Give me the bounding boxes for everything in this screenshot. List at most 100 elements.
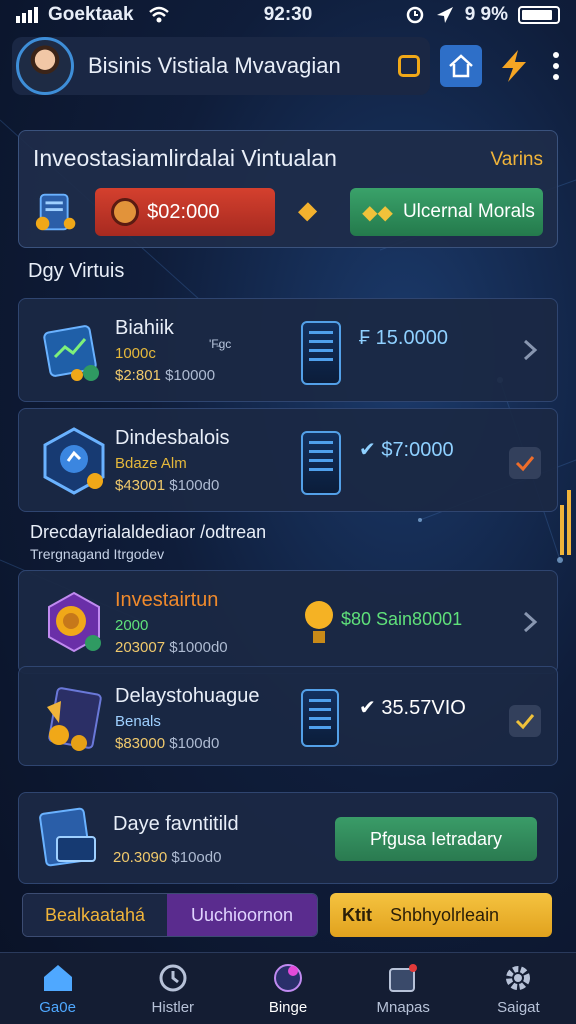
- clock: 92:30: [263, 4, 313, 25]
- item-amount: $80 Sain80001: [341, 609, 463, 629]
- segment-left-button[interactable]: Bealkaatahá: [23, 894, 167, 936]
- item-subtitle: Bdaze Alm: [115, 455, 187, 472]
- daily-muted: $10od0: [171, 849, 222, 866]
- coin-icon[interactable]: [398, 55, 420, 77]
- item-meta-muted: $100d0: [169, 477, 220, 494]
- item-meta: $2:801 $10000: [115, 367, 215, 384]
- diamond-icon: [297, 202, 318, 222]
- item-title: Biahiik: [115, 317, 174, 339]
- item-amount: ✔ $7:0000: [359, 439, 454, 461]
- gold-action-button[interactable]: Ktit Shbhyolrleain: [330, 893, 552, 937]
- item-meta: $83000 $100d0: [115, 735, 219, 752]
- investment-link[interactable]: Varins: [491, 149, 543, 171]
- daily-title: Daye favntitild: [113, 813, 239, 835]
- daily-action-button[interactable]: Pfgusa Ietradary: [335, 817, 537, 861]
- item-title: Investairtun: [115, 589, 219, 611]
- diamond-icon: ◆◆: [362, 201, 393, 224]
- status-bar: Goektaak 92:30 9 9%: [0, 0, 576, 30]
- segment-right-button[interactable]: Uuchioornon: [167, 894, 317, 936]
- phone-icon: [301, 431, 341, 495]
- nav-item-home[interactable]: Ga0e: [0, 953, 115, 1024]
- nav-label: Mnapas: [376, 999, 430, 1016]
- calendar-icon: [39, 807, 96, 867]
- item-tag: 'F̵gc: [209, 337, 232, 351]
- chevron-right-icon[interactable]: [519, 339, 541, 361]
- home-button[interactable]: [440, 45, 482, 87]
- nav-label: Saigat: [497, 999, 540, 1016]
- list-item[interactable]: Investairtun 2000 203007 $1000d0 $80 Sai…: [18, 570, 558, 674]
- check-icon[interactable]: [509, 447, 541, 479]
- home-icon: [449, 54, 473, 78]
- battery-icon: [518, 6, 560, 24]
- daily-value: 20.3090: [113, 849, 168, 866]
- signal-icon: [16, 7, 38, 23]
- bolt-icon: [502, 50, 526, 82]
- list-item[interactable]: Delaystohuague Benals $83000 $100d0 ✔ 35…: [18, 666, 558, 766]
- item-title: Dindesbalois: [115, 427, 230, 449]
- nav-label: Histler: [151, 999, 195, 1016]
- carrier: Goektaak: [16, 4, 170, 26]
- chevron-right-icon[interactable]: [519, 611, 541, 633]
- sub-section-subtitle: Trergnagand Itrgodev: [30, 546, 165, 562]
- item-meta-muted: $10000: [165, 367, 216, 384]
- item-meta-muted: $1000d0: [169, 639, 228, 656]
- daily-meta: 20.3090 $10od0: [113, 849, 221, 866]
- gear-icon: [506, 966, 531, 990]
- nav-item-settings[interactable]: Saigat: [461, 953, 576, 1024]
- chart-card-icon: [43, 325, 99, 381]
- segmented-buttons: Bealkaatahá Uuchioornon: [22, 893, 318, 937]
- bottom-nav: Ga0e Histler Binge Mnapas Saigat: [0, 952, 576, 1024]
- bulb-icon: [274, 964, 302, 992]
- alt-button-label: Ulcernal Morals: [402, 201, 535, 222]
- balance-value: $02:000: [147, 200, 220, 223]
- gold-button-prefix: Ktit: [342, 904, 372, 925]
- boost-button[interactable]: [494, 46, 534, 86]
- hexagon-badge-icon: [43, 427, 105, 495]
- item-meta-muted: $100d0: [169, 735, 220, 752]
- daily-card: Daye favntitild 20.3090 $10od0 Pfgusa Ie…: [18, 792, 558, 884]
- investment-card: Inveostasiamlirdalai Vintualan Varins $0…: [18, 130, 558, 248]
- wallet-icon: [35, 193, 76, 231]
- carrier-label: Goektaak: [48, 4, 134, 25]
- list-item[interactable]: Biahiik 'F̵gc 1000c $2:801 $10000 ₣ 15.0…: [18, 298, 558, 402]
- alarm-icon: [406, 6, 423, 24]
- nav-item-maps[interactable]: Mnapas: [346, 953, 461, 1024]
- item-meta-value: 203007: [115, 639, 166, 656]
- phone-icon: [301, 321, 341, 385]
- bulb-icon: [305, 601, 333, 643]
- tablet-icon: [301, 689, 339, 747]
- coin-icon: [111, 198, 140, 226]
- item-title: Delaystohuague: [115, 685, 260, 707]
- battery-percent: 9 9%: [464, 4, 508, 25]
- location-icon: [436, 7, 453, 23]
- item-amount: ₣ 15.0000: [359, 327, 448, 349]
- nav-label: Ga0e: [39, 999, 76, 1016]
- wifi-icon: [148, 6, 169, 23]
- item-meta: $43001 $100d0: [115, 477, 219, 494]
- check-icon[interactable]: [509, 705, 541, 737]
- item-meta-value: $83000: [115, 735, 166, 752]
- more-menu-button[interactable]: [548, 52, 564, 80]
- item-subtitle: 2000: [115, 617, 149, 634]
- history-icon: [159, 964, 187, 992]
- sub-section-title: Drecdayrialaldediaor /odtrean: [30, 522, 267, 542]
- header-title: Bisinis Vistiala Mvavagian: [88, 53, 341, 78]
- list-item[interactable]: Dindesbalois Bdaze Alm $43001 $100d0 ✔ $…: [18, 408, 558, 512]
- header-bar: Bisinis Vistiala Mvavagian: [12, 37, 430, 95]
- app-header: Bisinis Vistiala Mvavagian: [12, 34, 564, 98]
- nav-item-binge[interactable]: Binge: [230, 953, 345, 1024]
- item-amount: ✔ 35.57VIO: [359, 697, 466, 719]
- alt-investment-button[interactable]: ◆◆ Ulcernal Morals: [350, 188, 544, 236]
- item-meta-value: $2:801: [115, 367, 161, 384]
- avatar[interactable]: [16, 37, 74, 95]
- item-meta-value: $43001: [115, 477, 166, 494]
- balance-button[interactable]: $02:000: [95, 188, 275, 236]
- nav-item-history[interactable]: Histler: [115, 953, 230, 1024]
- item-subtitle: 1000c: [115, 345, 156, 362]
- gold-emblem-icon: [48, 591, 101, 653]
- gold-button-label: Shbhyolrleain: [390, 904, 500, 925]
- briefcase-icon: [389, 964, 418, 992]
- section-title: Dgy Virtuis: [28, 260, 125, 282]
- item-subtitle: Benals: [115, 713, 161, 730]
- item-meta: 203007 $1000d0: [115, 639, 228, 656]
